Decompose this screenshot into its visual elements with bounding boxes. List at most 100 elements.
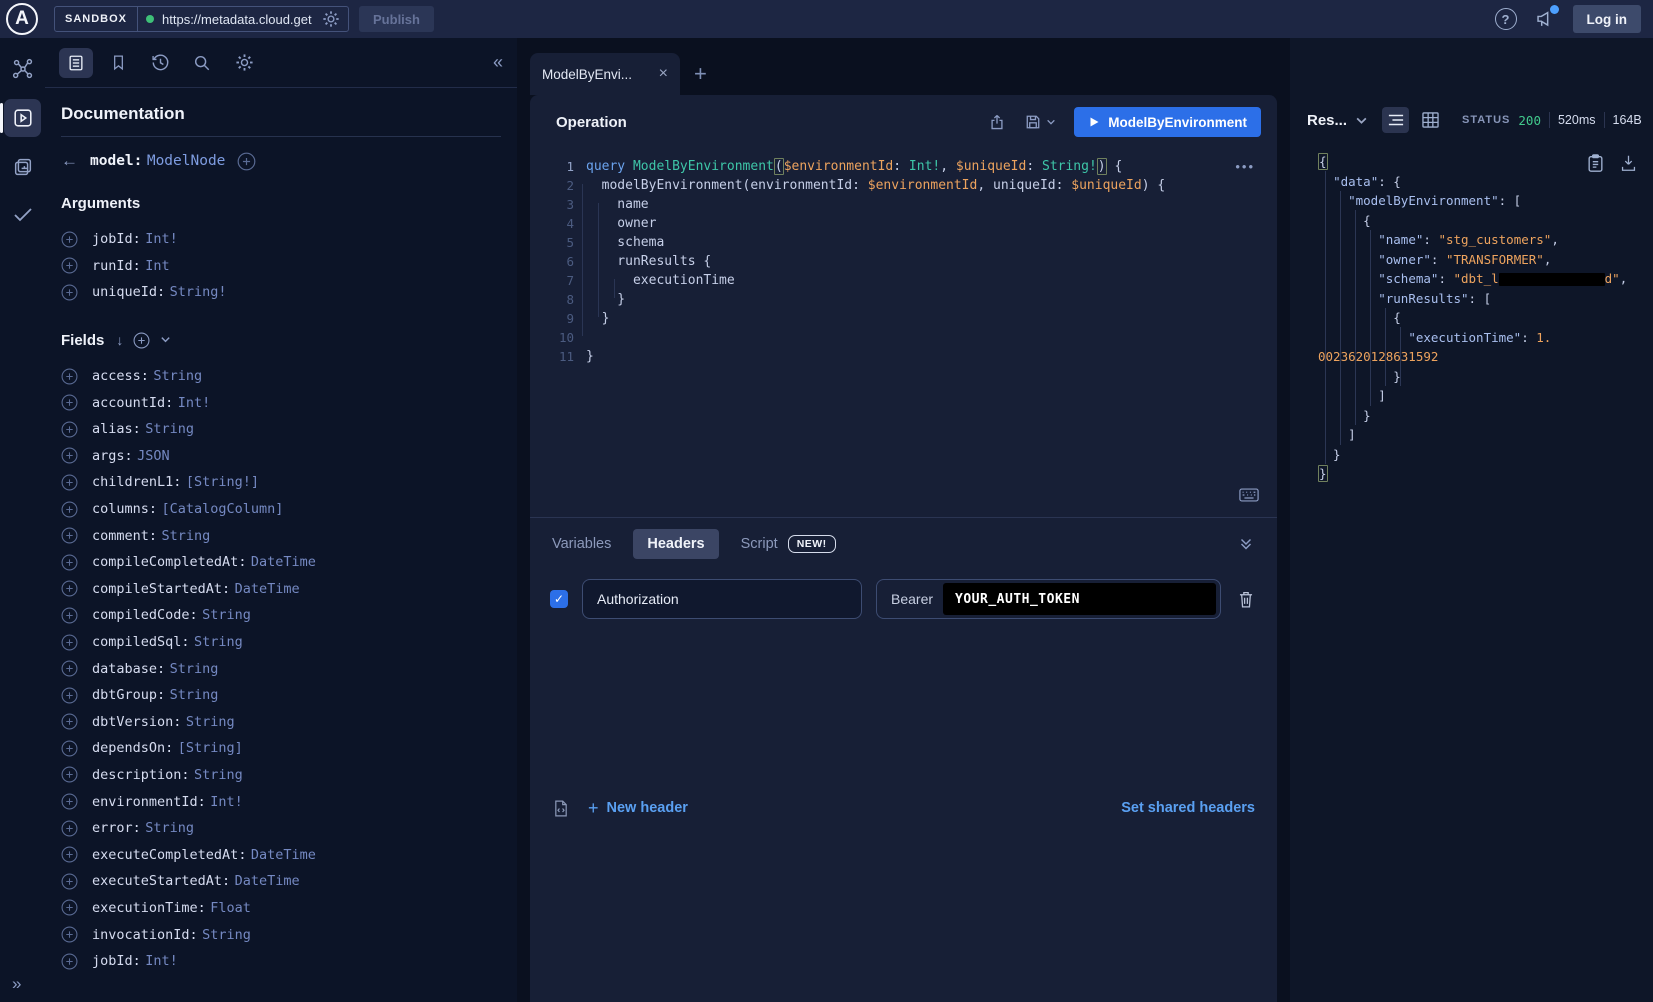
endpoint-url-input[interactable]: https://metadata.cloud.get [162,12,314,27]
add-field-icon[interactable] [61,660,78,677]
delete-header-icon[interactable] [1235,590,1257,609]
collapse-panel-icon[interactable]: « [493,52,503,73]
add-fields-icon[interactable] [133,332,150,349]
fields-menu-chevron-icon[interactable] [160,332,171,348]
add-field-icon[interactable] [61,820,78,837]
add-field-icon[interactable] [61,766,78,783]
new-tab-icon[interactable]: + [694,61,707,87]
add-field-icon[interactable] [61,687,78,704]
add-argument-icon[interactable] [61,284,78,301]
search-icon[interactable] [185,48,219,78]
add-field-icon[interactable] [61,607,78,624]
run-operation-button[interactable]: ModelByEnvironment [1074,107,1261,137]
argument-type[interactable]: Int [145,258,169,274]
field-type[interactable]: Int! [178,395,211,411]
add-argument-icon[interactable] [61,257,78,274]
field-type[interactable]: String [194,634,243,650]
add-field-icon[interactable] [61,953,78,970]
breadcrumb-type-link[interactable]: ModelNode [147,153,226,169]
copy-response-icon[interactable] [1587,154,1604,178]
add-field-icon[interactable] [61,501,78,518]
explorer-settings-gear-icon[interactable] [227,48,261,78]
add-field-icon[interactable] [61,554,78,571]
header-value-field[interactable]: Bearer YOUR_AUTH_TOKEN [876,579,1221,619]
apollo-logo-icon[interactable]: A [6,3,38,35]
sort-fields-icon[interactable]: ↓ [116,332,123,348]
field-type[interactable]: String [202,927,251,943]
argument-type[interactable]: String! [170,284,227,300]
schema-graph-icon[interactable] [4,52,41,86]
field-type[interactable]: String [162,528,211,544]
add-all-fields-icon[interactable] [237,152,256,171]
tab-script[interactable]: Script [741,536,778,552]
add-field-icon[interactable] [61,368,78,385]
add-field-icon[interactable] [61,421,78,438]
add-field-icon[interactable] [61,846,78,863]
editor-code[interactable]: query ModelByEnvironment($environmentId:… [586,157,1277,366]
saved-operations-bookmark-icon[interactable] [101,48,135,78]
field-type[interactable]: [CatalogColumn] [162,501,284,517]
field-type[interactable]: Int! [145,953,178,969]
publish-button[interactable]: Publish [359,6,434,32]
help-icon[interactable]: ? [1495,8,1517,30]
add-field-icon[interactable] [61,899,78,916]
tab-headers[interactable]: Headers [633,529,718,559]
field-type[interactable]: JSON [137,448,170,464]
add-field-icon[interactable] [61,474,78,491]
add-field-icon[interactable] [61,634,78,651]
add-field-icon[interactable] [61,580,78,597]
expand-rail-icon[interactable]: » [0,974,21,994]
response-dropdown-chevron-icon[interactable] [1355,114,1368,127]
field-type[interactable]: String [202,607,251,623]
field-type[interactable]: Float [210,900,251,916]
explorer-play-icon[interactable] [4,99,41,137]
back-arrow-icon[interactable]: ← [61,151,78,171]
add-field-icon[interactable] [61,527,78,544]
environment-variables-icon[interactable] [552,799,570,818]
header-enabled-checkbox[interactable]: ✓ [550,590,568,608]
sandbox-operations-icon[interactable] [4,150,41,184]
announcements-icon[interactable] [1533,8,1555,30]
field-type[interactable]: DateTime [235,873,300,889]
close-tab-icon[interactable]: × [659,65,668,83]
save-operation-icon[interactable] [1024,113,1056,131]
header-name-input[interactable] [582,579,862,619]
argument-type[interactable]: Int! [145,231,178,247]
download-response-icon[interactable] [1620,154,1637,178]
set-shared-headers-link[interactable]: Set shared headers [1121,800,1255,816]
add-field-icon[interactable] [61,447,78,464]
add-argument-icon[interactable] [61,231,78,248]
field-type[interactable]: String [145,820,194,836]
new-header-button[interactable]: +New header [588,798,688,819]
endpoint-url-box[interactable]: https://metadata.cloud.get [138,7,348,31]
auth-token-chip[interactable]: YOUR_AUTH_TOKEN [943,583,1216,615]
field-type[interactable]: String [170,661,219,677]
field-type[interactable]: String [186,714,235,730]
checklist-icon[interactable] [4,197,41,231]
field-type[interactable]: String [170,687,219,703]
add-field-icon[interactable] [61,394,78,411]
login-button[interactable]: Log in [1573,5,1642,33]
field-type[interactable]: String [145,421,194,437]
format-view-icon[interactable] [1382,107,1409,133]
history-icon[interactable] [143,48,177,78]
field-type[interactable]: [String!] [186,474,259,490]
field-type[interactable]: Int! [210,794,243,810]
share-operation-icon[interactable] [988,113,1006,131]
add-field-icon[interactable] [61,713,78,730]
collapse-footer-icon[interactable] [1237,535,1255,553]
keyboard-shortcuts-icon[interactable] [1239,488,1259,507]
editor-more-menu[interactable]: ••• [1235,159,1255,174]
field-type[interactable]: String [194,767,243,783]
field-type[interactable]: DateTime [251,554,316,570]
field-type[interactable]: [String] [178,740,243,756]
endpoint-settings-gear-icon[interactable] [322,10,340,28]
add-field-icon[interactable] [61,926,78,943]
field-type[interactable]: String [153,368,202,384]
add-field-icon[interactable] [61,793,78,810]
query-editor[interactable]: 1234567891011 query ModelByEnvironment($… [530,149,1277,517]
field-type[interactable]: DateTime [235,581,300,597]
response-json[interactable]: { "data": { "modelByEnvironment": [ { "n… [1318,152,1641,484]
documentation-tab-icon[interactable] [59,48,93,78]
tab-variables[interactable]: Variables [552,536,611,552]
